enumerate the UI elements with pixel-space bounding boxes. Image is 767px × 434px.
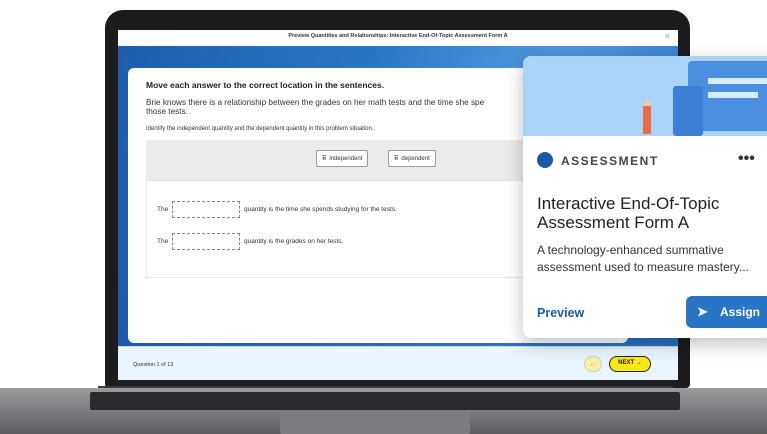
drag-handle-icon: ⠿ — [322, 156, 327, 162]
assessment-icon — [537, 152, 553, 168]
assign-button-label: Assign — [720, 305, 761, 319]
card-title: Interactive End-Of-Topic Assessment Form… — [537, 194, 720, 232]
sentence1-suffix: quantity is the time she spends studying… — [244, 206, 397, 213]
card-hero-illustration — [523, 56, 767, 136]
assessment-tag: ASSESSMENT — [537, 152, 659, 168]
question-text: Brie knows there is a relationship betwe… — [146, 98, 526, 116]
drag-handle-icon: ⠿ — [394, 156, 399, 162]
chip-label: dependent — [401, 156, 430, 162]
trackpad — [280, 412, 470, 434]
keyboard — [90, 392, 680, 410]
document-illustration-icon — [643, 61, 767, 136]
window-title: Preview Quantities and Relationships: In… — [288, 33, 508, 39]
drop-slot-1[interactable] — [172, 201, 240, 218]
sentence2-suffix: quantity is the grades on her tests. — [244, 238, 344, 245]
question-counter: Question 1 of 13 — [133, 362, 174, 368]
previous-button[interactable]: ← — [584, 356, 602, 372]
chip-label: independent — [329, 156, 363, 162]
next-button[interactable]: NEXT → — [609, 356, 651, 372]
bottom-bar: Question 1 of 13 ← NEXT → — [118, 346, 678, 380]
chip-independent[interactable]: ⠿ independent — [316, 150, 369, 167]
card-description: A technology-enhanced summative assessme… — [537, 243, 749, 274]
window-titlebar: Preview Quantities and Relationships: In… — [118, 30, 678, 47]
sentence1-prefix: The — [157, 206, 169, 213]
send-icon: ➤ — [697, 304, 708, 319]
question-text-line1: Brie knows there is a relationship betwe… — [146, 98, 485, 107]
drop-slot-2[interactable] — [172, 233, 240, 250]
close-icon[interactable]: × — [665, 31, 670, 41]
assign-button[interactable]: ➤ Assign — [686, 296, 767, 328]
sentence2-prefix: The — [157, 238, 169, 245]
question-text-line2: those tests. — [146, 107, 188, 116]
assessment-tag-label: ASSESSMENT — [561, 154, 659, 168]
more-options-icon[interactable]: ••• — [738, 150, 755, 168]
question-prompt: Move each answer to the correct location… — [146, 80, 385, 90]
assessment-card: ASSESSMENT ••• Interactive End-Of-Topic … — [523, 56, 767, 338]
preview-link[interactable]: Preview — [537, 306, 584, 320]
instruction-text: Identify the independent quantity and th… — [146, 126, 374, 132]
chip-dependent[interactable]: ⠿ dependent — [388, 150, 436, 167]
